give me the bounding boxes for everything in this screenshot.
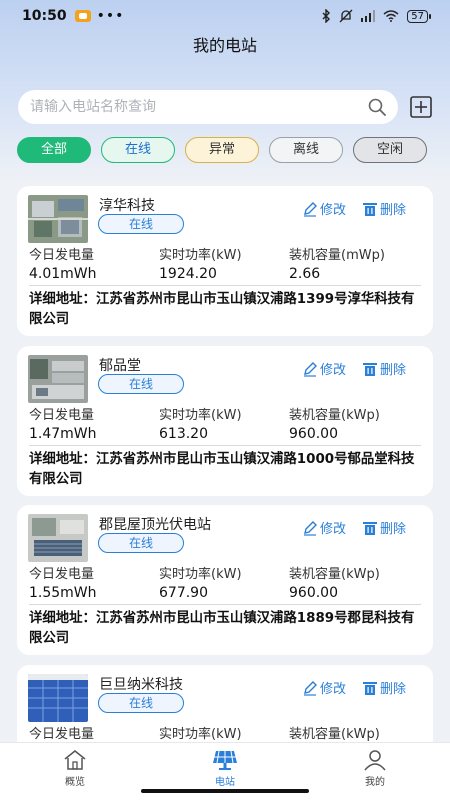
station-address: 详细地址：江苏省苏州市昆山市玉山镇汉浦路1000号郁品堂科技有限公司 [29, 452, 415, 487]
metric-value-capacity: 2.66 [289, 266, 321, 282]
station-thumbnail [28, 195, 88, 243]
station-name: 淳华科技 [99, 198, 155, 214]
filter-abnormal[interactable]: 异常 [185, 137, 259, 163]
metric-label-capacity: 装机容量(kWp) [289, 727, 380, 742]
metric-value-capacity: 960.00 [289, 426, 338, 442]
status-filter-bar: 全部 在线 异常 离线 空闲 [17, 137, 433, 163]
metric-value-today-energy: 1.47mWh [29, 426, 97, 442]
metric-label-capacity: 装机容量(kWp) [289, 567, 380, 582]
card-divider [29, 285, 421, 286]
metric-label-realtime-power: 实时功率(kW) [159, 727, 242, 742]
home-indicator [141, 789, 309, 793]
filter-all[interactable]: 全部 [17, 137, 91, 163]
delete-label: 删除 [380, 363, 407, 378]
station-address: 详细地址：江苏省苏州市昆山市玉山镇汉浦路1889号郡昆科技有限公司 [29, 611, 415, 646]
trash-icon [363, 202, 377, 216]
nav-overview-label: 概览 [65, 777, 85, 788]
add-square-icon [410, 96, 432, 118]
add-station-button[interactable] [408, 94, 434, 120]
signal-icon [361, 10, 376, 22]
trash-icon [363, 681, 377, 695]
trash-icon [363, 521, 377, 535]
metric-value-realtime-power: 1924.20 [159, 266, 217, 282]
delete-label: 删除 [380, 682, 407, 697]
station-card[interactable]: 郡昆屋顶光伏电站 在线 修改 删除 今日发电量 实时功率(kW) 装机容量(kW… [17, 505, 433, 655]
delete-button[interactable]: 删除 [362, 518, 406, 537]
status-badge: 在线 [98, 533, 184, 553]
metric-label-realtime-power: 实时功率(kW) [159, 408, 242, 423]
nav-overview[interactable]: 概览 [0, 743, 150, 800]
metric-value-today-energy: 1.55mWh [29, 585, 97, 601]
search-row [18, 90, 434, 124]
home-icon [64, 750, 86, 770]
edit-button[interactable]: 修改 [302, 359, 346, 378]
nav-stations-label: 电站 [215, 777, 235, 788]
filter-offline[interactable]: 离线 [269, 137, 343, 163]
page-title: 我的电站 [192, 36, 257, 55]
station-name: 郡昆屋顶光伏电站 [99, 517, 211, 533]
metric-label-today-energy: 今日发电量 [29, 408, 95, 423]
status-badge: 在线 [98, 214, 184, 234]
card-divider [29, 604, 421, 605]
metric-label-capacity: 装机容量(mWp) [289, 248, 385, 263]
search-icon[interactable] [366, 96, 388, 118]
app-notification-icon [74, 10, 91, 22]
metric-value-capacity: 960.00 [289, 585, 338, 601]
station-card[interactable]: 郁品堂 在线 修改 删除 今日发电量 实时功率(kW) 装机容量(kWp) 1.… [17, 346, 433, 496]
edit-label: 修改 [320, 203, 347, 218]
metric-label-today-energy: 今日发电量 [29, 567, 95, 582]
status-badge: 在线 [98, 693, 184, 713]
delete-label: 删除 [380, 203, 407, 218]
edit-button[interactable]: 修改 [302, 678, 346, 697]
metric-value-today-energy: 4.01mWh [29, 266, 97, 282]
more-notifications-icon: ••• [96, 8, 125, 24]
station-name: 郁品堂 [99, 358, 141, 374]
station-thumbnail [28, 674, 88, 722]
nav-mine[interactable]: 我的 [300, 743, 450, 800]
edit-icon [304, 361, 317, 377]
delete-button[interactable]: 删除 [362, 199, 406, 218]
metric-label-today-energy: 今日发电量 [29, 248, 95, 263]
status-bar: 10:50 ••• 57 [0, 0, 450, 32]
metric-value-realtime-power: 613.20 [159, 426, 208, 442]
trash-icon [363, 362, 377, 376]
edit-label: 修改 [320, 363, 347, 378]
user-icon [364, 750, 386, 771]
filter-online[interactable]: 在线 [101, 137, 175, 163]
card-divider [29, 445, 421, 446]
delete-button[interactable]: 删除 [362, 359, 406, 378]
metric-label-today-energy: 今日发电量 [29, 727, 95, 742]
delete-button[interactable]: 删除 [362, 678, 406, 697]
station-address: 详细地址：江苏省苏州市昆山市玉山镇汉浦路1399号淳华科技有限公司 [29, 292, 415, 327]
edit-label: 修改 [320, 682, 347, 697]
nav-mine-label: 我的 [365, 777, 385, 788]
station-card[interactable]: 巨旦纳米科技 在线 修改 删除 今日发电量 实时功率(kW) 装机容量(kWp) [17, 665, 433, 742]
solar-panel-icon [213, 750, 237, 770]
edit-icon [304, 201, 317, 217]
metric-label-realtime-power: 实时功率(kW) [159, 567, 242, 582]
edit-button[interactable]: 修改 [302, 518, 346, 537]
battery-indicator: 57 [407, 9, 431, 23]
edit-icon [304, 680, 317, 696]
metric-value-realtime-power: 677.90 [159, 585, 208, 601]
metric-label-realtime-power: 实时功率(kW) [159, 248, 242, 263]
metric-label-capacity: 装机容量(kWp) [289, 408, 380, 423]
station-list[interactable]: 淳华科技 在线 修改 删除 今日发电量 实时功率(kW) 装机容量(mWp) 4… [0, 176, 450, 742]
edit-button[interactable]: 修改 [302, 199, 346, 218]
station-thumbnail [28, 355, 88, 403]
delete-label: 删除 [380, 522, 407, 537]
edit-icon [304, 520, 317, 536]
station-card[interactable]: 淳华科技 在线 修改 删除 今日发电量 实时功率(kW) 装机容量(mWp) 4… [17, 186, 433, 336]
filter-idle[interactable]: 空闲 [353, 137, 427, 163]
station-name: 巨旦纳米科技 [99, 677, 183, 693]
mute-icon [339, 9, 353, 23]
search-input[interactable] [30, 99, 366, 115]
edit-label: 修改 [320, 522, 347, 537]
status-badge: 在线 [98, 374, 184, 394]
station-thumbnail [28, 514, 88, 562]
bluetooth-icon [322, 9, 331, 23]
status-time: 10:50 [22, 8, 67, 24]
wifi-icon [383, 10, 399, 22]
search-box[interactable] [18, 90, 398, 124]
